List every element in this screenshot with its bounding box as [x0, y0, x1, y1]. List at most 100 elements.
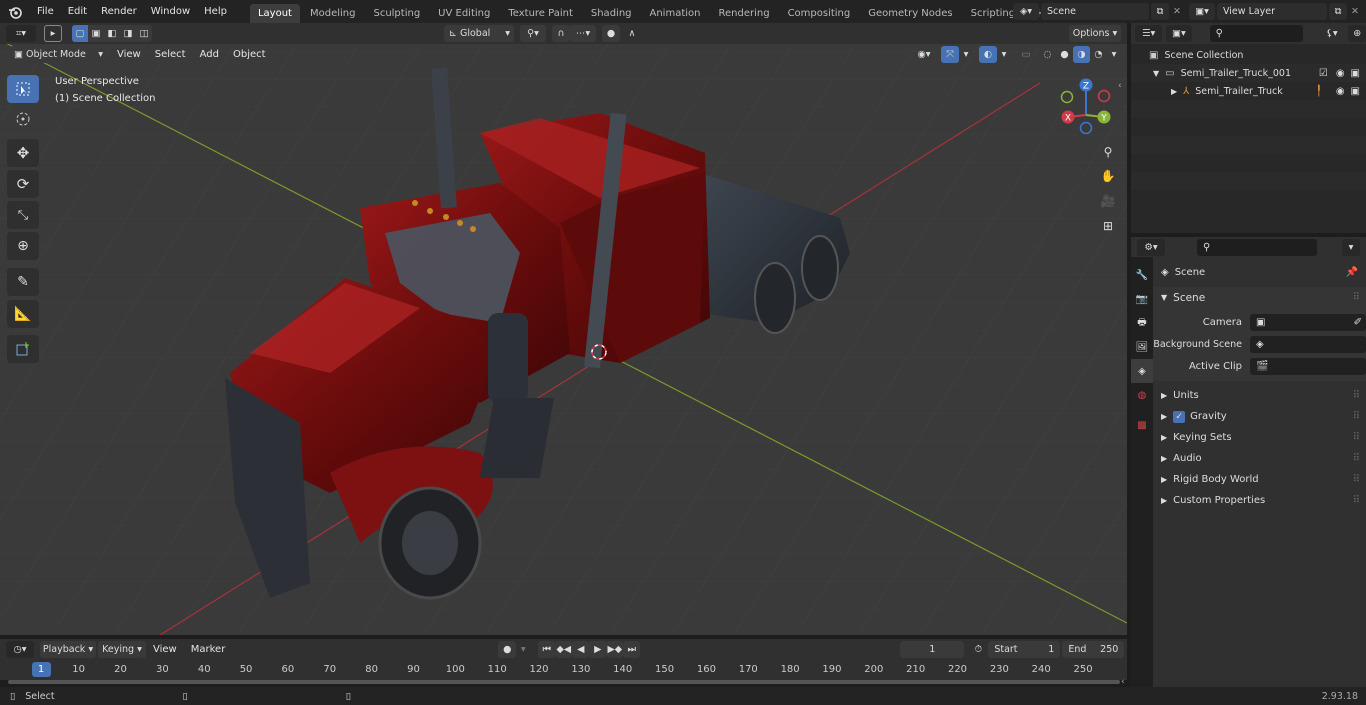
mode-dropdown[interactable]: ▣ Object Mode ▾ [10, 46, 106, 63]
scale-tool-icon[interactable]: ⤡ [7, 201, 39, 229]
play-icon[interactable]: ▶ [589, 641, 607, 658]
sidebar-toggle-icon[interactable]: ‹ [1118, 81, 1122, 91]
eyedropper-icon[interactable]: ✐ [1354, 317, 1362, 328]
output-tab-icon[interactable]: 🖶 [1131, 311, 1153, 335]
annotate-tool-icon[interactable]: ✎ [7, 268, 39, 296]
tab-animation[interactable]: Animation [642, 4, 709, 23]
measure-tool-icon[interactable]: 📐 [7, 300, 39, 328]
outliner-editor-type-icon[interactable]: ☰▾ [1135, 25, 1163, 42]
units-panel-header[interactable]: ▶ Units ⠿ [1153, 385, 1366, 406]
shading-material-icon[interactable]: ◑ [1073, 46, 1090, 63]
viewport-menu-object[interactable]: Object [226, 44, 273, 66]
properties-search-input[interactable]: ⚲ [1197, 238, 1317, 256]
custom-properties-panel-header[interactable]: ▶ Custom Properties ⠿ [1153, 490, 1366, 511]
jump-start-icon[interactable]: ⏮ [538, 641, 556, 658]
outliner-row-root[interactable]: ▣ Scene Collection [1131, 46, 1366, 64]
keying-menu[interactable]: Keying ▾ [98, 641, 146, 658]
display-mode-icon[interactable]: ▣▾ [1166, 25, 1192, 42]
move-tool-icon[interactable]: ✥ [7, 139, 39, 167]
expand-arrow-icon[interactable]: ▼ [1153, 69, 1159, 78]
view-layer-field[interactable]: View Layer [1217, 3, 1327, 20]
view-layer-tab-icon[interactable]: 🖼 [1131, 335, 1153, 359]
proportional-falloff-icon[interactable]: ∧ [620, 25, 644, 42]
playback-menu[interactable]: Playback ▾ [40, 641, 96, 658]
camera-field[interactable]: ▣ ✐ [1250, 313, 1366, 331]
selection-intersect-icon[interactable]: ◫ [136, 25, 152, 42]
scene-close-icon[interactable]: ✕ [1169, 3, 1185, 20]
scene-name-field[interactable]: Scene [1041, 3, 1149, 20]
jump-end-icon[interactable]: ⏭ [623, 641, 641, 658]
tab-sculpting[interactable]: Sculpting [365, 4, 428, 23]
background-scene-field[interactable]: ◈ [1250, 335, 1366, 353]
timeline-menu-marker[interactable]: Marker [184, 639, 233, 661]
timeline-menu-view[interactable]: View [146, 639, 184, 661]
view-layer-close-icon[interactable]: ✕ [1347, 3, 1363, 20]
properties-options-icon[interactable]: ▾ [1342, 238, 1360, 256]
scene-tab-icon[interactable]: ◈ [1131, 359, 1153, 383]
select-tool-icon[interactable] [7, 75, 39, 103]
menu-render[interactable]: Render [94, 1, 144, 23]
shading-dropdown-icon[interactable]: ▾ [1107, 46, 1121, 63]
camera-view-icon[interactable]: 🎥 [1098, 191, 1118, 211]
camera-render-icon[interactable]: ▣ [1351, 86, 1360, 97]
outliner-row-object[interactable]: ▶ ⅄ Semi_Trailer_Truck ╿ ◉ ▣ [1131, 82, 1366, 100]
timeline-expand-icon[interactable]: ‹ [1121, 677, 1125, 687]
select-box-tool-icon[interactable]: ▸ [44, 25, 62, 42]
tab-rendering[interactable]: Rendering [710, 4, 777, 23]
tab-uv-editing[interactable]: UV Editing [430, 4, 498, 23]
scene-copy-icon[interactable]: ⧉ [1151, 3, 1169, 20]
tab-modeling[interactable]: Modeling [302, 4, 364, 23]
gravity-checkbox[interactable]: ✓ [1173, 410, 1186, 423]
proportional-edit-icon[interactable]: ● [602, 25, 620, 42]
overlay-dropdown-icon[interactable]: ▾ [997, 46, 1011, 63]
tab-texture-paint[interactable]: Texture Paint [500, 4, 581, 23]
shading-rendered-icon[interactable]: ◔ [1090, 46, 1107, 63]
prev-keyframe-icon[interactable]: ◆◀ [555, 641, 573, 658]
end-frame-field[interactable]: End 250 [1062, 641, 1125, 658]
pin-icon[interactable]: 📌 [1346, 267, 1358, 278]
xray-toggle-icon[interactable]: ▭ [1017, 46, 1035, 63]
view-layer-copy-icon[interactable]: ⧉ [1329, 3, 1347, 20]
texture-tab-icon[interactable]: ▩ [1131, 413, 1153, 437]
blender-logo-icon[interactable] [4, 1, 26, 23]
menu-edit[interactable]: Edit [61, 1, 94, 23]
next-keyframe-icon[interactable]: ▶◆ [606, 641, 624, 658]
transform-orientation-dropdown[interactable]: ⊾ Global ▾ [444, 25, 514, 42]
tab-shading[interactable]: Shading [583, 4, 640, 23]
new-collection-icon[interactable]: ⊕ [1348, 25, 1366, 42]
viewport-menu-add[interactable]: Add [193, 44, 226, 66]
gizmo-toggle-icon[interactable]: ⤧ [941, 46, 959, 63]
selection-extend-icon[interactable]: ▣ [88, 25, 104, 42]
menu-file[interactable]: File [30, 1, 61, 23]
record-icon[interactable]: ● [498, 641, 517, 658]
timeline-editor-type-icon[interactable]: ◷▾ [6, 641, 34, 658]
tool-tab-icon[interactable]: 🔧 [1131, 263, 1153, 287]
gizmo-dropdown-icon[interactable]: ▾ [959, 46, 973, 63]
current-frame-field[interactable]: 1 [900, 641, 965, 658]
options-dropdown[interactable]: Options ▾ [1069, 25, 1121, 42]
outliner-row-collection[interactable]: ▼ ▭ Semi_Trailer_Truck_001 ☑ ◉ ▣ [1131, 64, 1366, 82]
snap-toggle-icon[interactable]: ∩ [552, 25, 570, 42]
selection-new-icon[interactable]: ▢ [72, 25, 88, 42]
view-layer-icon[interactable]: ▣▾ [1189, 3, 1215, 20]
filter-icon[interactable]: ⚸▾ [1319, 25, 1344, 42]
shading-solid-icon[interactable]: ● [1056, 46, 1073, 63]
scene-type-icon[interactable]: ◈▾ [1013, 3, 1039, 20]
preview-range-icon[interactable]: ⏱ [970, 641, 986, 658]
shading-wireframe-icon[interactable]: ◌ [1039, 46, 1056, 63]
keying-sets-panel-header[interactable]: ▶ Keying Sets ⠿ [1153, 427, 1366, 448]
drag-handle-icon[interactable]: ⠿ [1353, 474, 1360, 485]
tab-layout[interactable]: Layout [249, 4, 300, 23]
tab-geometry-nodes[interactable]: Geometry Nodes [860, 4, 960, 23]
viewport-menu-view[interactable]: View [110, 44, 148, 66]
timeline-ruler[interactable]: 1 10 20 30 40 50 60 70 80 90 100 110 120 130 140 150 160… [0, 660, 1127, 680]
drag-handle-icon[interactable]: ⠿ [1353, 495, 1360, 506]
eye-icon[interactable]: ◉ [1336, 86, 1345, 97]
play-reverse-icon[interactable]: ◀ [572, 641, 590, 658]
drag-handle-icon[interactable]: ⠿ [1353, 390, 1360, 401]
cursor-tool-icon[interactable] [7, 105, 39, 133]
camera-render-icon[interactable]: ▣ [1351, 68, 1360, 79]
zoom-icon[interactable]: ⚲ [1098, 142, 1118, 162]
expand-arrow-icon[interactable]: ▶ [1171, 87, 1177, 96]
rotate-tool-icon[interactable]: ⟳ [7, 170, 39, 198]
